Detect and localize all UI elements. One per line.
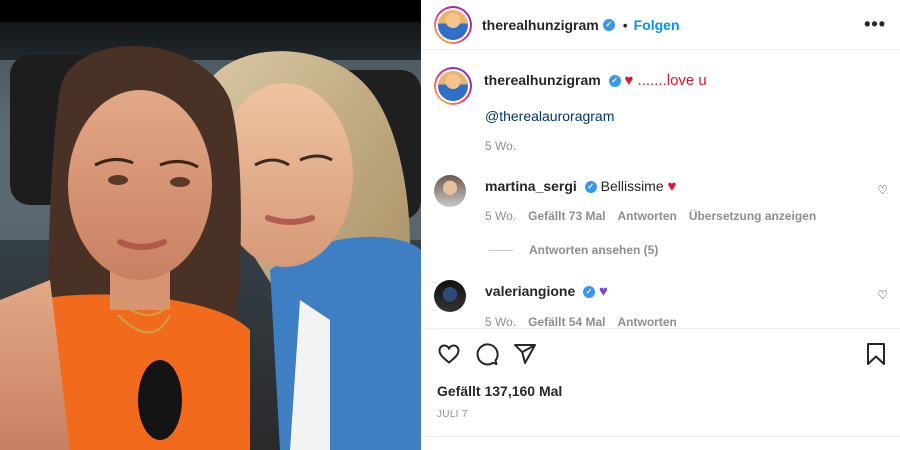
comment-age: 5 Wo. <box>485 315 517 327</box>
comment-likes[interactable]: Gefällt 54 Mal <box>528 315 605 327</box>
commenter-avatar[interactable] <box>434 175 466 207</box>
caption-row: therealhunzigram ✓ ♥ .......love u <box>434 67 707 105</box>
view-replies-label: Antworten ansehen (5) <box>529 243 659 257</box>
comment-like-icon[interactable]: ♡ <box>877 183 888 197</box>
caption-age: 5 Wo. <box>485 139 517 153</box>
comment-age: 5 Wo. <box>485 209 517 223</box>
verified-icon: ✓ <box>584 181 597 194</box>
author-avatar[interactable] <box>434 5 472 44</box>
mention-link[interactable]: @therealauroragram <box>485 108 614 124</box>
post-header: therealhunzigram ✓ • Folgen ••• <box>421 0 900 50</box>
comment-row: martina_sergi ✓ Bellissime ♥ <box>434 175 676 207</box>
view-replies-button[interactable]: Antworten ansehen (5) <box>489 243 658 257</box>
caption-text: ♥ .......love u <box>624 72 707 89</box>
follow-button[interactable]: Folgen <box>634 17 680 33</box>
author-username[interactable]: therealhunzigram <box>482 17 599 33</box>
caption-meta: 5 Wo. <box>485 139 516 153</box>
comment-icon[interactable] <box>475 342 499 366</box>
comment-like-icon[interactable]: ♡ <box>877 288 888 302</box>
comment-likes[interactable]: Gefällt 73 Mal <box>528 209 605 223</box>
comment-emoji: ♥ <box>599 283 608 300</box>
more-icon[interactable]: ••• <box>864 14 886 35</box>
share-icon[interactable] <box>513 342 537 366</box>
comments-list[interactable]: therealhunzigram ✓ ♥ .......love u @ther… <box>421 51 900 327</box>
verified-icon: ✓ <box>602 18 615 31</box>
commenter-username[interactable]: valeriangione <box>485 283 575 299</box>
action-bar: Gefällt 137,160 Mal JULI 7 <box>421 328 900 440</box>
replies-divider <box>489 249 513 251</box>
comment-meta: 5 Wo. Gefällt 73 Mal Antworten Übersetzu… <box>485 209 816 223</box>
separator-dot: • <box>622 16 628 33</box>
post-photo[interactable] <box>0 0 421 450</box>
reply-button[interactable]: Antworten <box>618 209 677 223</box>
commenter-avatar[interactable] <box>434 280 466 312</box>
comment-row: valeriangione ✓ ♥ <box>434 280 608 312</box>
bookmark-icon[interactable] <box>865 342 887 366</box>
comment-meta: 5 Wo. Gefällt 54 Mal Antworten <box>485 315 677 327</box>
caption-username[interactable]: therealhunzigram <box>484 72 601 88</box>
comment-text: Bellissime <box>600 178 664 194</box>
verified-icon: ✓ <box>608 75 621 88</box>
photo-image <box>0 0 421 450</box>
divider <box>421 436 900 437</box>
verified-icon: ✓ <box>583 286 596 299</box>
post-sidebar: therealhunzigram ✓ • Folgen ••• therealh… <box>421 0 900 450</box>
likes-count[interactable]: Gefällt 137,160 Mal <box>437 383 562 399</box>
post-date: JULI 7 <box>437 409 468 420</box>
comment-emoji: ♥ <box>667 178 677 195</box>
commenter-username[interactable]: martina_sergi <box>485 178 577 194</box>
caption-avatar[interactable] <box>434 67 472 105</box>
reply-button[interactable]: Antworten <box>618 315 677 327</box>
heart-icon[interactable] <box>437 342 461 366</box>
translate-button[interactable]: Übersetzung anzeigen <box>689 209 816 223</box>
